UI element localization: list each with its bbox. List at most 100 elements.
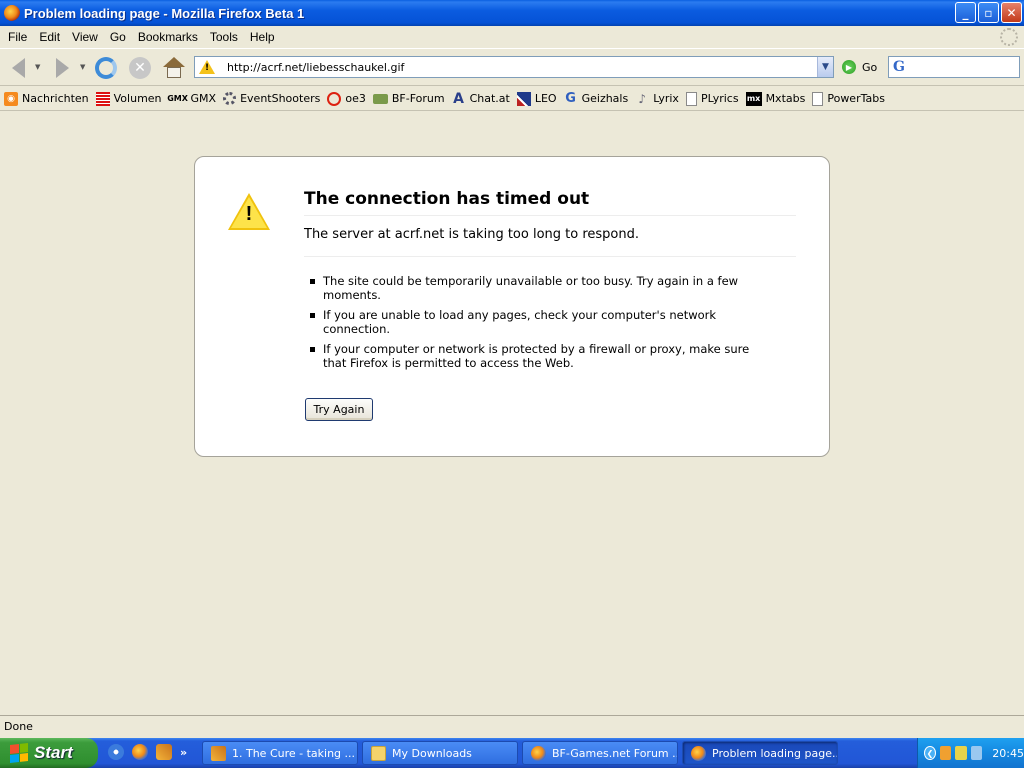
go-label: Go [862, 60, 878, 74]
taskbar-button-downloads[interactable]: My Downloads [362, 741, 518, 765]
google-search-icon[interactable]: G [893, 59, 905, 75]
winamp-icon [211, 745, 226, 761]
forward-history-dropdown[interactable]: ▼ [80, 63, 88, 71]
suggestion-item: If your computer or network is protected… [310, 342, 770, 370]
taskbar-button-bf-games[interactable]: BF-Games.net Forum ... [522, 741, 678, 765]
status-text: Done [4, 720, 33, 733]
firefox-icon[interactable] [132, 744, 148, 760]
start-button[interactable]: Start [0, 738, 98, 768]
bookmark-mxtabs[interactable]: mx Mxtabs [745, 91, 805, 106]
window-controls: _ ▫ ✕ [955, 2, 1022, 23]
forward-button[interactable] [48, 54, 76, 82]
menu-tools[interactable]: Tools [204, 30, 244, 44]
gear-icon [223, 92, 237, 105]
internet-explorer-icon[interactable] [108, 744, 124, 760]
menu-bookmarks[interactable]: Bookmarks [132, 30, 204, 44]
bookmark-powertabs[interactable]: PowerTabs [812, 91, 885, 106]
chat-icon: A [453, 90, 464, 107]
warning-icon: ! [228, 193, 270, 231]
error-suggestions: The site could be temporarily unavailabl… [310, 274, 770, 376]
home-button[interactable] [160, 54, 188, 82]
suggestion-item: If you are unable to load any pages, che… [310, 308, 770, 336]
bookmark-geizhals[interactable]: G Geizhals [564, 91, 628, 106]
firefox-icon [4, 5, 20, 21]
stop-button[interactable]: ✕ [126, 54, 154, 82]
bookmark-plyrics[interactable]: PLyrics [685, 91, 739, 106]
menu-help[interactable]: Help [244, 30, 281, 44]
forward-arrow-icon [55, 58, 69, 78]
flag-icon [516, 91, 531, 106]
bookmark-gmx[interactable]: GMX GMX [167, 92, 216, 106]
menu-bar: File Edit View Go Bookmarks Tools Help [0, 26, 1024, 48]
bookmark-leo[interactable]: LEO [516, 91, 557, 106]
geizhals-icon: G [565, 91, 576, 106]
window-title: Problem loading page - Mozilla Firefox B… [24, 5, 305, 21]
money-icon [372, 93, 388, 104]
url-text[interactable]: http://acrf.net/liebesschaukel.gif [221, 61, 817, 74]
error-panel: ! The connection has timed out The serve… [194, 156, 830, 457]
url-bar[interactable]: ! http://acrf.net/liebesschaukel.gif ▼ [194, 56, 834, 78]
page-content: ! The connection has timed out The serve… [0, 112, 1024, 715]
quick-launch: » [108, 744, 187, 760]
minimize-button[interactable]: _ [955, 2, 976, 23]
bookmark-eventshooters[interactable]: EventShooters [223, 92, 320, 105]
warning-icon: ! [199, 60, 215, 74]
bookmark-volumen[interactable]: Volumen [95, 91, 162, 106]
try-again-button[interactable]: Try Again [305, 398, 373, 421]
search-input[interactable]: G [888, 56, 1020, 78]
close-button[interactable]: ✕ [1001, 2, 1022, 23]
bookmark-oe3[interactable]: oe3 [327, 91, 366, 106]
error-description: The server at acrf.net is taking too lon… [304, 227, 796, 257]
clock[interactable]: 20:45 [992, 747, 1024, 760]
firefox-icon [691, 745, 706, 761]
taskbar-button-firefox-active[interactable]: Problem loading page... [682, 741, 838, 765]
menu-view[interactable]: View [66, 30, 104, 44]
taskbar-button-winamp[interactable]: 1. The Cure - taking ... [202, 741, 358, 765]
bookmarks-toolbar: ◉ Nachrichten Volumen GMX GMX EventShooter… [0, 87, 1024, 111]
menu-go[interactable]: Go [104, 30, 132, 44]
quick-launch-more[interactable]: » [180, 746, 187, 759]
winamp-icon[interactable] [156, 744, 172, 760]
windows-logo-icon [10, 743, 28, 763]
throbber-icon [1000, 28, 1018, 46]
volume-icon[interactable] [970, 746, 983, 760]
tray-messenger-icon[interactable] [955, 746, 967, 760]
start-label: Start [34, 743, 73, 762]
url-history-dropdown[interactable]: ▼ [817, 57, 833, 77]
page-icon [812, 91, 824, 106]
status-bar: Done [0, 715, 1024, 737]
back-arrow-icon [11, 58, 25, 78]
error-title: The connection has timed out [304, 189, 796, 216]
firefox-icon [531, 745, 546, 761]
back-history-dropdown[interactable]: ▼ [35, 63, 43, 71]
gmx-icon: GMX [167, 94, 188, 103]
navigation-toolbar: ▼ ▼ ✕ ! http://acrf.net/liebesschaukel.g… [0, 48, 1024, 86]
stop-icon: ✕ [129, 57, 151, 79]
home-icon [163, 57, 185, 79]
bookmark-nachrichten[interactable]: ◉ Nachrichten [4, 91, 89, 106]
bookmark-chat-at[interactable]: A Chat.at [452, 90, 510, 107]
go-button[interactable]: ▶ Go [842, 60, 877, 74]
back-button[interactable] [4, 54, 32, 82]
menu-file[interactable]: File [2, 30, 33, 44]
system-tray: ❮ 20:45 [917, 738, 1024, 768]
page-icon [685, 91, 697, 106]
menu-edit[interactable]: Edit [33, 30, 66, 44]
maximize-button[interactable]: ▫ [978, 2, 999, 23]
reload-button[interactable] [92, 54, 120, 82]
bookmark-bf-forum[interactable]: BF-Forum [372, 92, 445, 105]
mx-icon: mx [745, 91, 762, 106]
suggestion-item: The site could be temporarily unavailabl… [310, 274, 770, 302]
taskbar: Start » 1. The Cure - taking ... My Down… [0, 738, 1024, 768]
tray-app-icon[interactable] [939, 746, 952, 760]
window-title-bar[interactable]: Problem loading page - Mozilla Firefox B… [0, 0, 1024, 26]
folder-icon [371, 745, 386, 761]
target-icon [327, 91, 342, 106]
reload-icon [95, 57, 117, 79]
rss-icon: ◉ [4, 91, 18, 106]
lyrix-icon: ♪ [638, 91, 647, 106]
show-hidden-icons-button[interactable]: ❮ [924, 746, 936, 760]
volumen-icon [95, 91, 110, 106]
go-arrow-icon: ▶ [842, 60, 856, 74]
bookmark-lyrix[interactable]: ♪ Lyrix [635, 92, 679, 106]
